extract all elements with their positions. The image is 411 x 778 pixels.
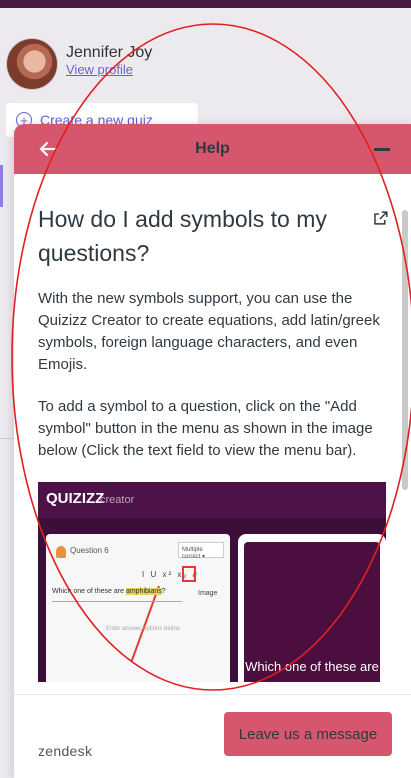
symbol-button-highlight bbox=[182, 566, 196, 582]
profile-block: Jennifer Joy View profile bbox=[6, 38, 152, 90]
help-widget: Help How do I add symbols to my question… bbox=[14, 124, 411, 778]
open-external-icon[interactable] bbox=[373, 210, 389, 226]
article-paragraph: With the new symbols support, you can us… bbox=[38, 290, 380, 373]
top-bar bbox=[0, 0, 411, 8]
question-icon bbox=[56, 546, 66, 558]
arrow-left-icon bbox=[39, 141, 57, 157]
quizizz-logo: QUIZIZZ bbox=[46, 490, 105, 507]
avatar[interactable] bbox=[6, 38, 58, 90]
article-screenshot-image: QUIZIZZ creator Question 6 Multiple corr… bbox=[38, 482, 386, 682]
minimize-button[interactable] bbox=[374, 148, 390, 151]
view-profile-link[interactable]: View profile bbox=[66, 62, 152, 78]
article-content[interactable]: How do I add symbols to my questions? Wi… bbox=[14, 174, 411, 694]
scrollbar[interactable] bbox=[402, 210, 408, 490]
leave-message-button[interactable]: Leave us a message bbox=[224, 712, 392, 756]
back-button[interactable] bbox=[36, 137, 60, 161]
help-header: Help bbox=[14, 124, 411, 174]
article-title: How do I add symbols to my questions? bbox=[38, 206, 327, 266]
help-title: Help bbox=[195, 140, 230, 157]
help-footer: Leave us a message zendesk bbox=[14, 694, 411, 778]
profile-name: Jennifer Joy bbox=[66, 44, 153, 61]
article-paragraph: To add a symbol to a question, click on … bbox=[38, 398, 373, 459]
sidebar-active-indicator bbox=[0, 165, 3, 207]
zendesk-brand: zendesk bbox=[38, 743, 93, 759]
